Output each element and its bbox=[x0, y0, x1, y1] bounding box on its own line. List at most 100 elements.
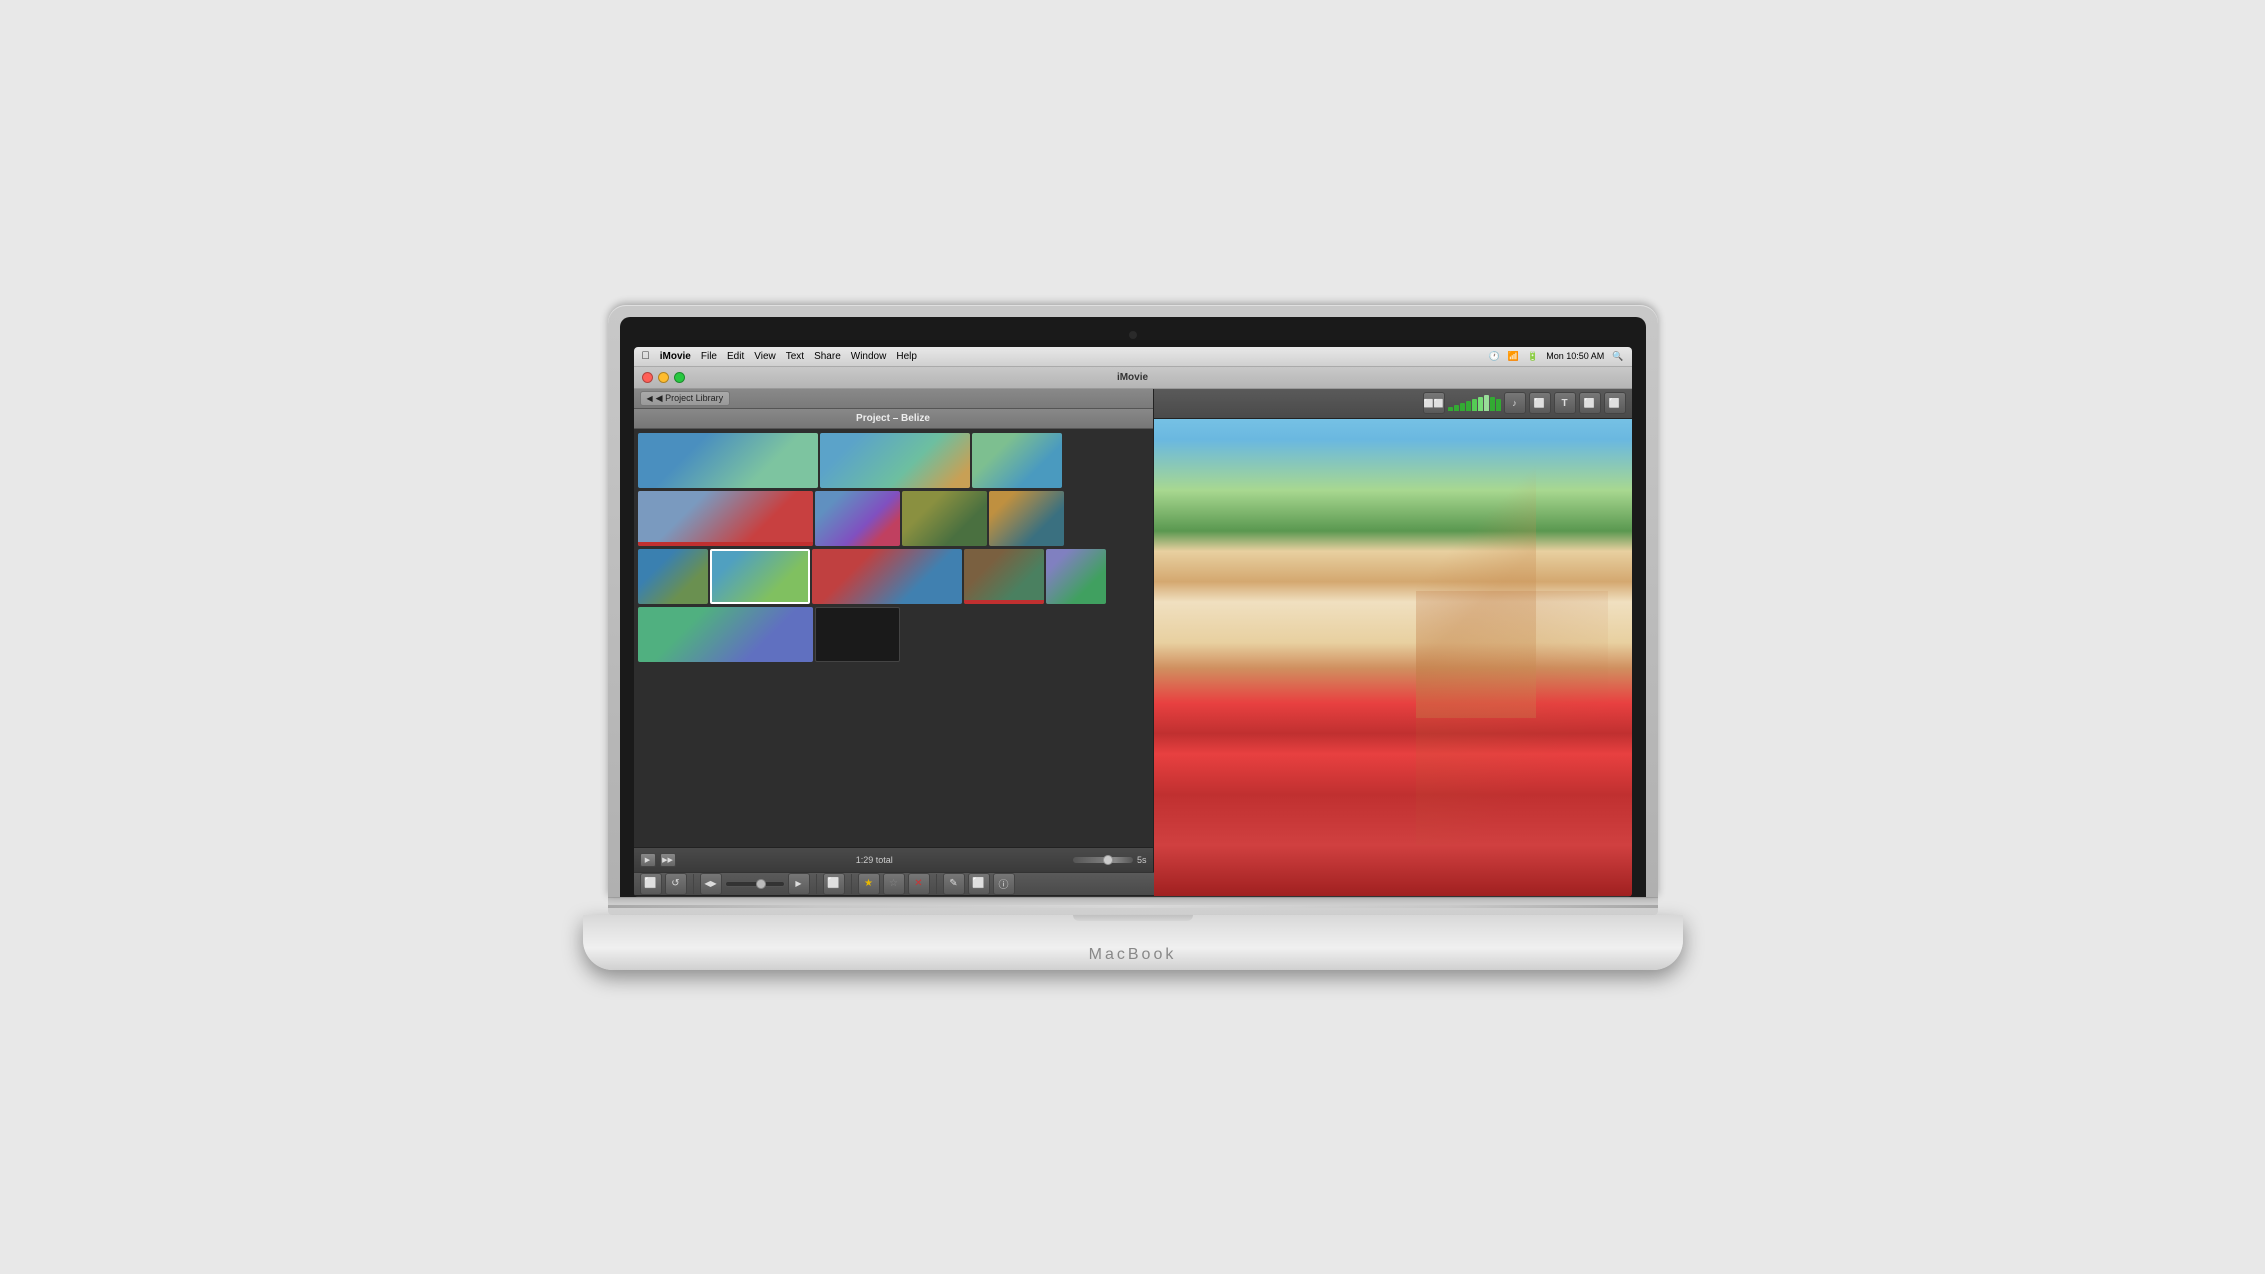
trim-button[interactable]: ◀▶ bbox=[700, 873, 722, 895]
menu-view[interactable]: View bbox=[754, 351, 776, 362]
toolbar-separator-2 bbox=[816, 874, 817, 894]
status-datetime: Mon 10:50 AM bbox=[1546, 351, 1604, 361]
project-title-bar: Project – Belize bbox=[634, 409, 1153, 429]
minimize-button[interactable] bbox=[658, 372, 669, 383]
menu-edit[interactable]: Edit bbox=[727, 351, 744, 362]
play-full-button[interactable]: ▶▶ bbox=[660, 853, 676, 867]
toolbar-separator-4 bbox=[936, 874, 937, 894]
project-library-button[interactable]: ◀ ◀ Project Library bbox=[640, 391, 731, 406]
trim-slider[interactable] bbox=[725, 881, 785, 887]
menu-bar-left:  iMovie File Edit View Text Share Windo… bbox=[642, 350, 917, 362]
menu-file[interactable]: File bbox=[701, 351, 717, 362]
film-clip[interactable] bbox=[1046, 549, 1106, 604]
window-title: iMovie bbox=[1117, 372, 1148, 383]
mark-button[interactable]: ★ bbox=[858, 873, 880, 895]
left-panel: ◀ ◀ Project Library Project – Belize bbox=[634, 389, 1154, 896]
macbook-base: MacBook bbox=[583, 915, 1683, 970]
right-toolbar: ⬜⬜ bbox=[1154, 389, 1632, 419]
film-clip[interactable] bbox=[638, 491, 813, 546]
kayak-overlay bbox=[1416, 591, 1607, 845]
film-clip[interactable] bbox=[815, 491, 900, 546]
film-clip-empty[interactable] bbox=[815, 607, 900, 662]
menu-share[interactable]: Share bbox=[814, 351, 841, 362]
film-clip[interactable] bbox=[638, 607, 813, 662]
film-clip[interactable] bbox=[972, 433, 1062, 488]
film-clip[interactable] bbox=[812, 549, 962, 604]
content-area: ◀ ◀ Project Library Project – Belize bbox=[634, 389, 1632, 896]
volume-button[interactable]: ⬜⬜ bbox=[1423, 392, 1445, 414]
project-library-bar: ◀ ◀ Project Library bbox=[634, 389, 1153, 409]
film-clip[interactable] bbox=[820, 433, 970, 488]
reject-button[interactable]: ✕ bbox=[908, 873, 930, 895]
status-wifi-icon: 📶 bbox=[1508, 351, 1519, 362]
trackpad-notch bbox=[1073, 915, 1193, 921]
film-row-1 bbox=[638, 433, 1149, 488]
controls-bar: ▶ ▶▶ 1:29 total 5s bbox=[634, 847, 1153, 872]
film-clip[interactable] bbox=[638, 433, 818, 488]
text-button[interactable]: T bbox=[1554, 392, 1576, 414]
photo-button[interactable]: ⬜ bbox=[1529, 392, 1551, 414]
app-menu-imovie[interactable]: iMovie bbox=[660, 351, 691, 362]
clip-view-button[interactable]: ⬜ bbox=[640, 873, 662, 895]
toolbar-separator-3 bbox=[851, 874, 852, 894]
menu-help[interactable]: Help bbox=[896, 351, 917, 362]
menu-window[interactable]: Window bbox=[851, 351, 887, 362]
vol-seg-6 bbox=[1478, 397, 1483, 411]
film-row-3 bbox=[638, 549, 1149, 604]
clip-action-button[interactable]: ⬜ bbox=[823, 873, 845, 895]
unmark-button[interactable]: ☆ bbox=[883, 873, 905, 895]
project-title: Project – Belize bbox=[856, 413, 930, 424]
project-library-label: ◀ Project Library bbox=[656, 393, 723, 404]
right-panel-preview: ⬜⬜ bbox=[1154, 389, 1632, 896]
search-icon[interactable]: 🔍 bbox=[1612, 351, 1623, 362]
macbook-container:  iMovie File Edit View Text Share Windo… bbox=[608, 305, 1658, 970]
macbook-lid:  iMovie File Edit View Text Share Windo… bbox=[608, 305, 1658, 897]
film-clip[interactable] bbox=[902, 491, 987, 546]
toolbar-left: ⬜ ↺ ◀▶ ▶ ⬜ ★ ☆ bbox=[634, 872, 1154, 896]
film-clip[interactable] bbox=[638, 549, 708, 604]
hinge-line bbox=[608, 905, 1658, 908]
toolbar-separator bbox=[693, 874, 694, 894]
menu-text[interactable]: Text bbox=[786, 351, 804, 362]
trim-end-button[interactable]: ▶ bbox=[788, 873, 810, 895]
playback-controls: ▶ ▶▶ bbox=[640, 853, 676, 867]
film-clip[interactable] bbox=[964, 549, 1044, 604]
film-clip-selected[interactable] bbox=[710, 549, 810, 604]
enhance-button[interactable]: ✎ bbox=[943, 873, 965, 895]
filmstrip-area[interactable] bbox=[634, 429, 1153, 847]
status-clock-icon: 🕐 bbox=[1489, 351, 1500, 362]
screen-bezel:  iMovie File Edit View Text Share Windo… bbox=[620, 317, 1646, 897]
screen:  iMovie File Edit View Text Share Windo… bbox=[634, 347, 1632, 897]
map-button[interactable]: ⬜ bbox=[1604, 392, 1626, 414]
vol-seg-1 bbox=[1448, 407, 1453, 411]
zoom-slider-handle[interactable] bbox=[1103, 855, 1113, 865]
apple-menu[interactable]:  bbox=[642, 350, 650, 362]
precision-editor-header: Precision Editor ⊞ ↩ ⏮ ⏭ ▶ Done bbox=[634, 896, 1632, 897]
volume-bar bbox=[1448, 395, 1501, 411]
play-button[interactable]: ▶ bbox=[640, 853, 656, 867]
back-icon: ◀ bbox=[647, 394, 653, 403]
status-battery-icon: 🔋 bbox=[1527, 351, 1538, 362]
zoom-control: 5s bbox=[1073, 855, 1147, 865]
vol-seg-3 bbox=[1460, 403, 1465, 411]
vol-seg-9 bbox=[1496, 399, 1501, 411]
vol-seg-4 bbox=[1466, 401, 1471, 411]
preview-video bbox=[1154, 389, 1632, 896]
zoom-slider[interactable] bbox=[1073, 857, 1133, 863]
action-button[interactable]: ↺ bbox=[665, 873, 687, 895]
macbook-hinge bbox=[608, 897, 1658, 915]
close-button[interactable] bbox=[642, 372, 653, 383]
info-button[interactable]: ⓘ bbox=[993, 873, 1015, 895]
film-clip[interactable] bbox=[989, 491, 1064, 546]
trim-slider-handle[interactable] bbox=[756, 879, 766, 889]
vol-seg-7 bbox=[1484, 395, 1489, 411]
film-row-2 bbox=[638, 491, 1149, 546]
crop-button[interactable]: ⬜ bbox=[968, 873, 990, 895]
film-row-4 bbox=[638, 607, 1149, 662]
music-button[interactable]: ♪ bbox=[1504, 392, 1526, 414]
maximize-button[interactable] bbox=[674, 372, 685, 383]
macbook-label: MacBook bbox=[1089, 946, 1177, 964]
vol-seg-8 bbox=[1490, 397, 1495, 411]
title-bar: iMovie bbox=[634, 367, 1632, 389]
transition-button[interactable]: ⬜ bbox=[1579, 392, 1601, 414]
